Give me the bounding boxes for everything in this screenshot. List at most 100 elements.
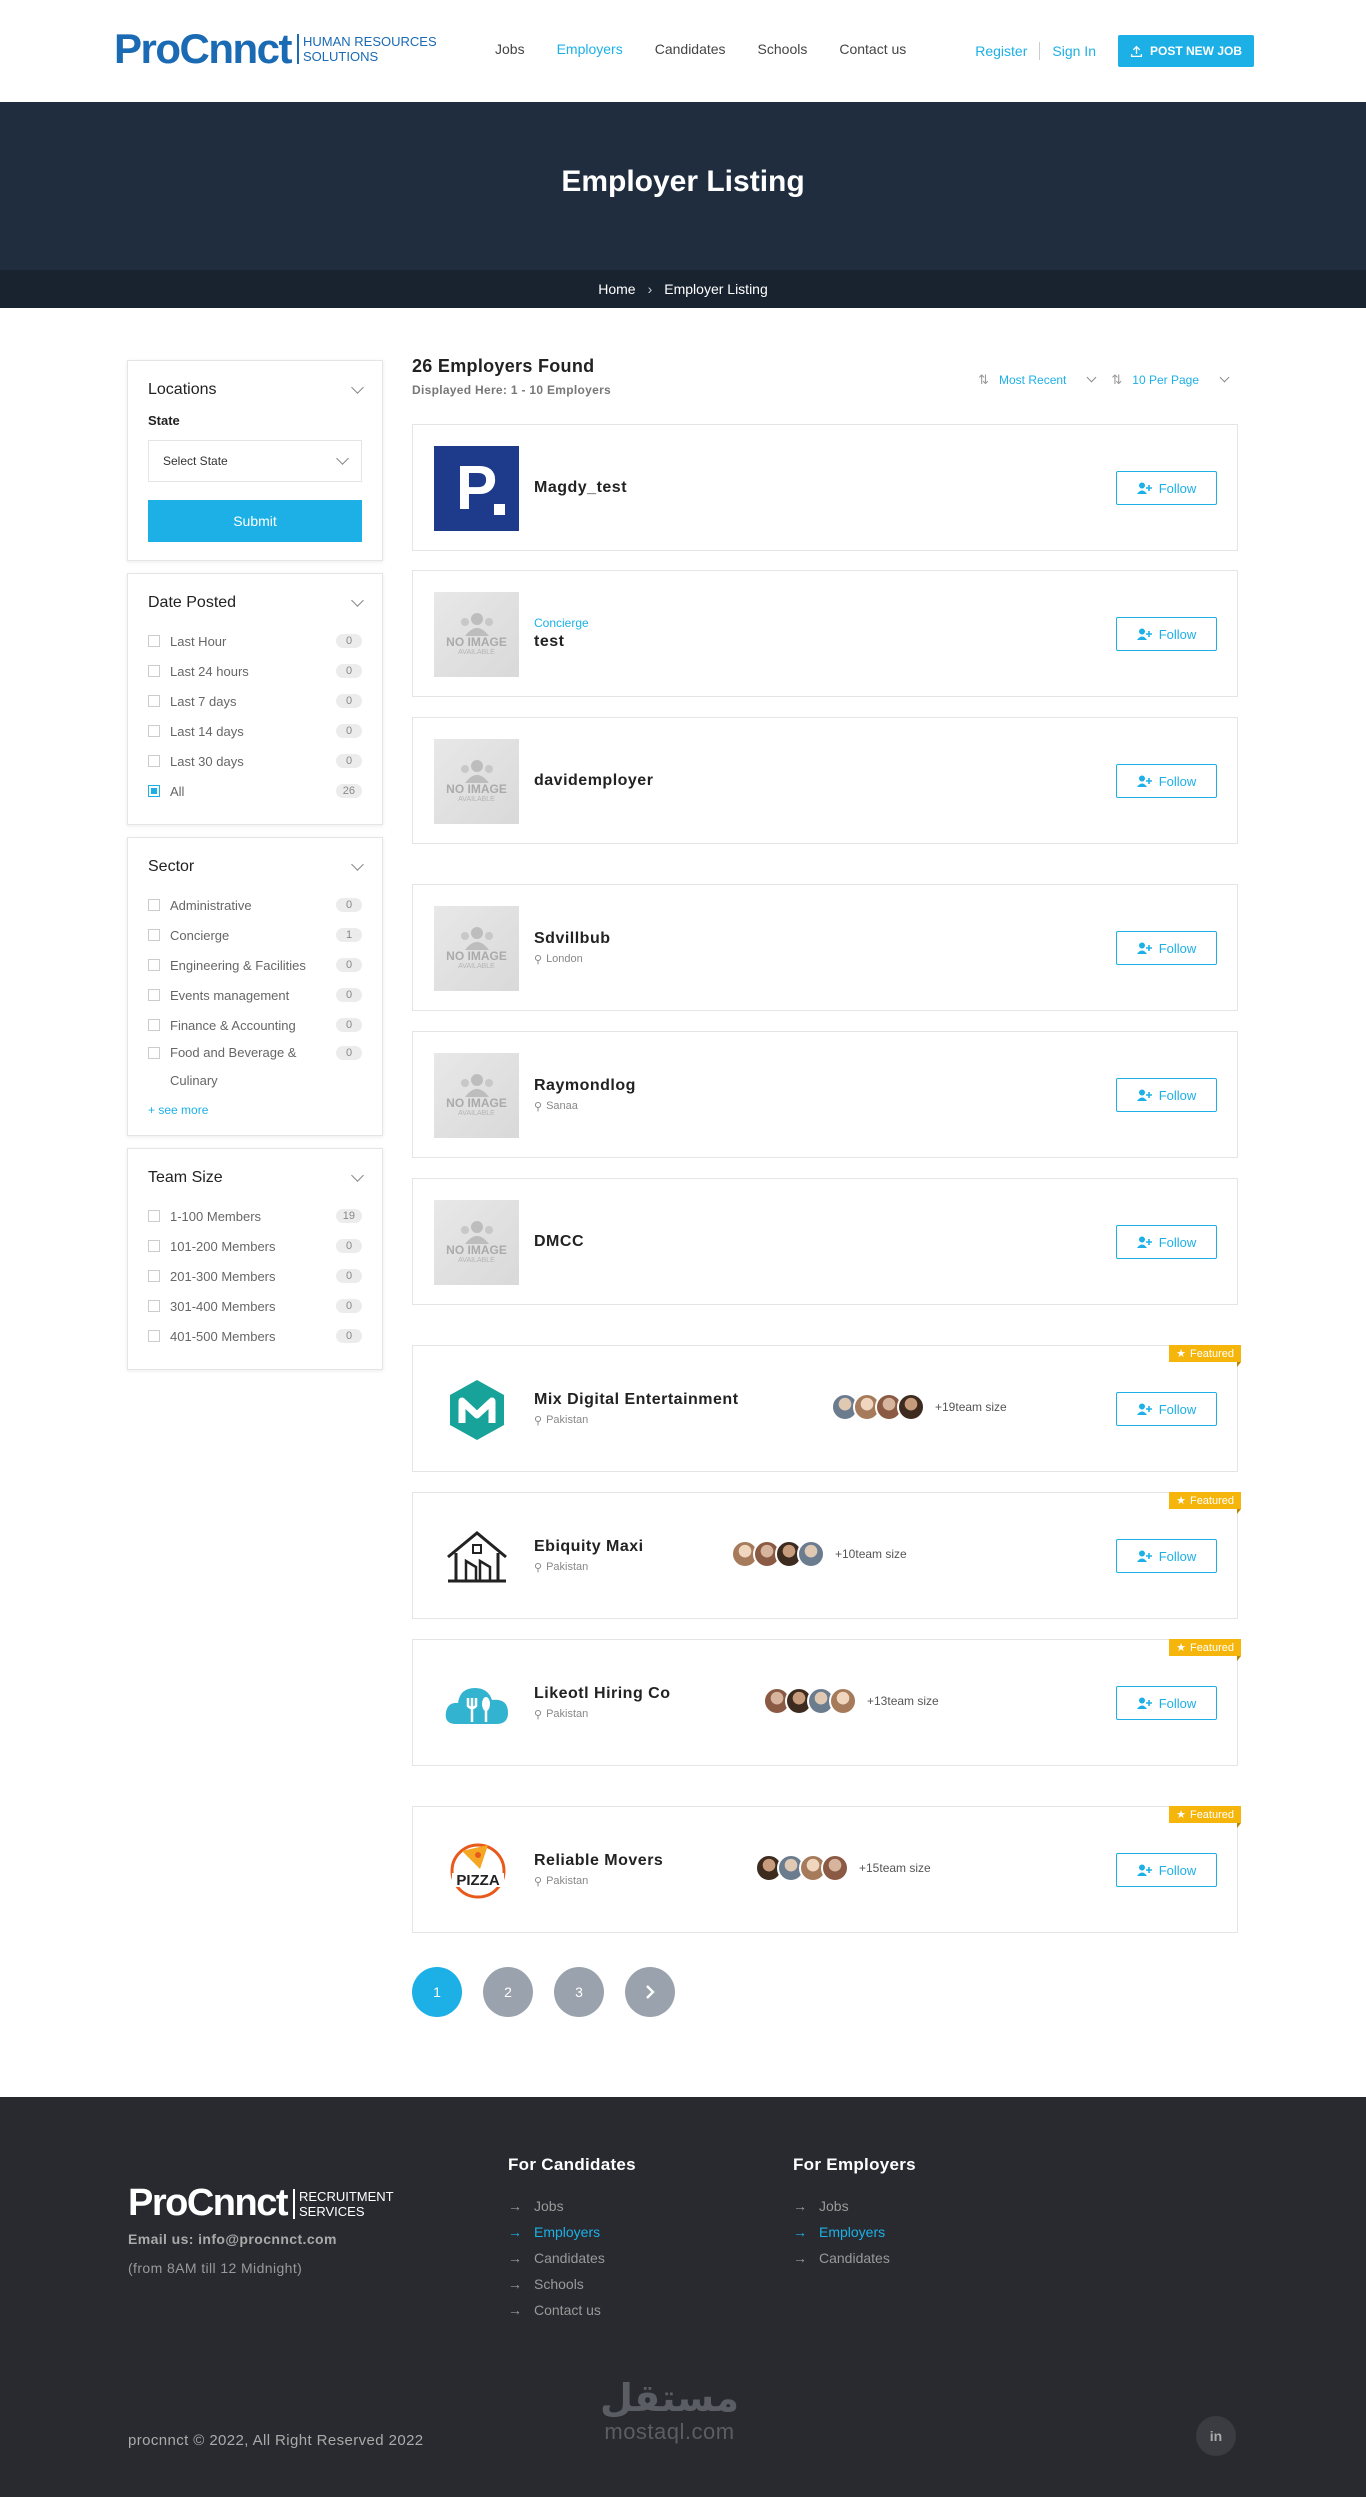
locations-panel-header[interactable]: Locations [148, 381, 364, 399]
follow-button[interactable]: Follow [1116, 1078, 1217, 1112]
filter-option[interactable]: Last Hour 0 [148, 626, 362, 656]
footer-link[interactable]: → Employers [508, 2219, 636, 2245]
filter-option[interactable]: Administrative 0 [148, 890, 362, 920]
page-3-button[interactable]: 3 [554, 1967, 604, 2017]
filter-option[interactable]: Last 30 days 0 [148, 746, 362, 776]
employer-card[interactable]: Ebiquity Maxi ⚲ Pakistan +10team size ★ Featu… [412, 1492, 1241, 1619]
next-page-button[interactable] [625, 1967, 675, 2017]
nav-schools[interactable]: Schools [758, 41, 808, 57]
employer-card[interactable]: Likeotl Hiring Co ⚲ Pakistan +13team size ★ F… [412, 1639, 1241, 1766]
footer-email[interactable]: Email us: info@procnnct.com [128, 2231, 337, 2247]
filter-checkbox[interactable] [148, 989, 160, 1001]
employer-name[interactable]: Mix Digital Entertainment [534, 1391, 739, 1409]
filter-option[interactable]: Food and Beverage & Culinary 0 [148, 1040, 362, 1095]
filter-option[interactable]: Last 7 days 0 [148, 686, 362, 716]
filter-checkbox[interactable] [148, 785, 160, 797]
date-posted-header[interactable]: Date Posted [148, 594, 364, 612]
filter-option[interactable]: Engineering & Facilities 0 [148, 950, 362, 980]
sort-select[interactable]: ⇅ Most Recent [978, 372, 1097, 388]
filter-checkbox[interactable] [148, 1047, 160, 1059]
register-link[interactable]: Register [975, 43, 1027, 59]
employer-card[interactable]: NO IMAGE AVAILABLE Concierge test Follow [412, 570, 1238, 697]
team-member-avatar[interactable] [821, 1854, 849, 1882]
sector-header[interactable]: Sector [148, 858, 364, 876]
no-image-placeholder[interactable]: NO IMAGE AVAILABLE [434, 1053, 519, 1138]
company-logo[interactable] [434, 1661, 519, 1746]
filter-checkbox[interactable] [148, 665, 160, 677]
page-2-button[interactable]: 2 [483, 1967, 533, 2017]
company-logo-p[interactable]: P [434, 446, 519, 531]
breadcrumb-home[interactable]: Home [598, 281, 635, 297]
footer-link[interactable]: → Candidates [508, 2245, 636, 2271]
team-member-avatar[interactable] [829, 1687, 857, 1715]
filter-checkbox[interactable] [148, 1019, 160, 1031]
filter-option[interactable]: 401-500 Members 0 [148, 1321, 362, 1351]
footer-link[interactable]: → Jobs [793, 2193, 916, 2219]
filter-option[interactable]: Events management 0 [148, 980, 362, 1010]
follow-button[interactable]: Follow [1116, 1853, 1217, 1887]
filter-checkbox[interactable] [148, 725, 160, 737]
nav-employers[interactable]: Employers [557, 41, 623, 57]
no-image-placeholder[interactable]: NO IMAGE AVAILABLE [434, 739, 519, 824]
filter-checkbox[interactable] [148, 635, 160, 647]
follow-button[interactable]: Follow [1116, 471, 1217, 505]
state-select[interactable]: Select State [148, 440, 362, 482]
employer-name[interactable]: Likeotl Hiring Co [534, 1685, 671, 1703]
employer-name[interactable]: Raymondlog [534, 1077, 636, 1095]
company-logo[interactable] [434, 1514, 519, 1599]
sign-in-link[interactable]: Sign In [1052, 43, 1096, 59]
employer-card[interactable]: NO IMAGE AVAILABLE davidemployer Follow [412, 717, 1238, 844]
team-member-avatar[interactable] [897, 1393, 925, 1421]
employer-name[interactable]: davidemployer [534, 772, 653, 790]
linkedin-icon[interactable]: in [1196, 2416, 1236, 2456]
footer-link[interactable]: → Schools [508, 2271, 636, 2297]
employer-card[interactable]: NO IMAGE AVAILABLE Sdvillbub ⚲ London Follow [412, 884, 1238, 1011]
see-more-link[interactable]: + see more [148, 1103, 362, 1117]
filter-option[interactable]: 1-100 Members 19 [148, 1201, 362, 1231]
filter-checkbox[interactable] [148, 755, 160, 767]
per-page-select[interactable]: ⇅ 10 Per Page [1111, 372, 1230, 388]
follow-button[interactable]: Follow [1116, 1392, 1217, 1426]
nav-candidates[interactable]: Candidates [655, 41, 726, 57]
company-logo[interactable]: PIZZA [434, 1828, 519, 1913]
employer-card[interactable]: PIZZA Reliable Movers ⚲ Pakistan +15team siz… [412, 1806, 1241, 1933]
filter-option[interactable]: Last 24 hours 0 [148, 656, 362, 686]
footer-link[interactable]: → Contact us [508, 2297, 636, 2323]
employer-name[interactable]: Reliable Movers [534, 1852, 663, 1870]
no-image-placeholder[interactable]: NO IMAGE AVAILABLE [434, 906, 519, 991]
filter-option[interactable]: All 26 [148, 776, 362, 806]
follow-button[interactable]: Follow [1116, 764, 1217, 798]
post-new-job-button[interactable]: POST NEW JOB [1117, 35, 1254, 67]
employer-card[interactable]: P Magdy_test Follow [412, 424, 1238, 551]
filter-checkbox[interactable] [148, 1270, 160, 1282]
employer-sector[interactable]: Concierge [534, 616, 589, 630]
footer-link[interactable]: → Employers [793, 2219, 916, 2245]
filter-checkbox[interactable] [148, 1240, 160, 1252]
footer-link[interactable]: → Candidates [793, 2245, 916, 2271]
nav-contact[interactable]: Contact us [839, 41, 906, 57]
page-1-button[interactable]: 1 [412, 1967, 462, 2017]
follow-button[interactable]: Follow [1116, 1539, 1217, 1573]
filter-option[interactable]: 301-400 Members 0 [148, 1291, 362, 1321]
employer-card[interactable]: Mix Digital Entertainment ⚲ Pakistan +19tea… [412, 1345, 1241, 1472]
team-size-header[interactable]: Team Size [148, 1169, 364, 1187]
filter-option[interactable]: Finance & Accounting 0 [148, 1010, 362, 1040]
follow-button[interactable]: Follow [1116, 1686, 1217, 1720]
employer-name[interactable]: Sdvillbub [534, 930, 611, 948]
site-logo[interactable]: ProCnnct HUMAN RESOURCES SOLUTIONS [114, 26, 437, 72]
filter-checkbox[interactable] [148, 695, 160, 707]
filter-option[interactable]: Concierge 1 [148, 920, 362, 950]
employer-name[interactable]: test [534, 633, 589, 651]
filter-option[interactable]: 101-200 Members 0 [148, 1231, 362, 1261]
filter-checkbox[interactable] [148, 1330, 160, 1342]
filter-checkbox[interactable] [148, 929, 160, 941]
no-image-placeholder[interactable]: NO IMAGE AVAILABLE [434, 1200, 519, 1285]
company-logo[interactable] [434, 1367, 519, 1452]
filter-checkbox[interactable] [148, 1300, 160, 1312]
footer-logo[interactable]: ProCnnct RECRUITMENT SERVICES [128, 2182, 394, 2225]
filter-checkbox[interactable] [148, 1210, 160, 1222]
submit-button[interactable]: Submit [148, 500, 362, 542]
team-member-avatar[interactable] [797, 1540, 825, 1568]
nav-jobs[interactable]: Jobs [495, 41, 525, 57]
employer-card[interactable]: NO IMAGE AVAILABLE Raymondlog ⚲ Sanaa Follow [412, 1031, 1238, 1158]
